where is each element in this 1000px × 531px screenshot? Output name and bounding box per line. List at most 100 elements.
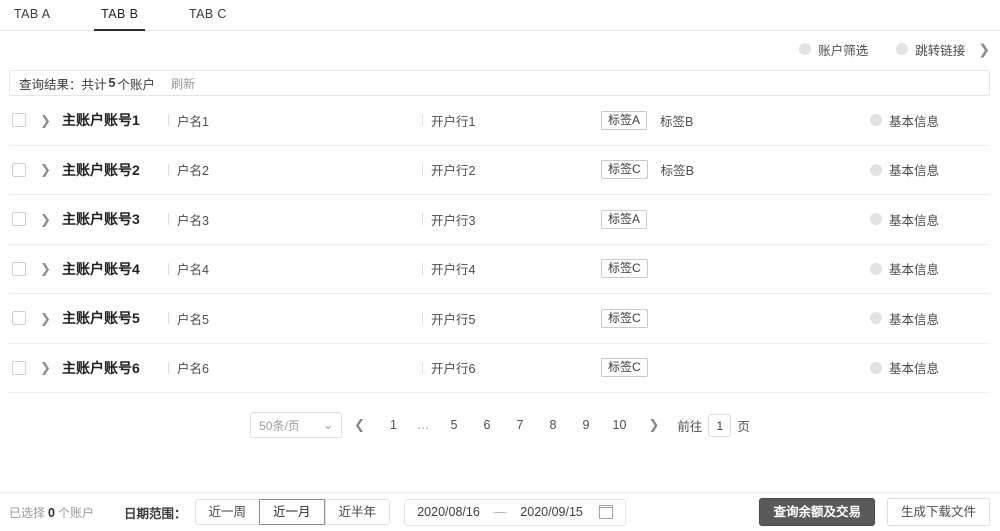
basic-info-label: 基本信息 [889, 114, 940, 129]
basic-info-action[interactable]: 基本信息 [870, 210, 990, 229]
query-result-count: 5 [108, 76, 116, 90]
basic-info-action[interactable]: 基本信息 [870, 111, 990, 130]
pagination: 50条/页 ⌄ ❮ 1 … 5 6 7 8 9 10 ❯ 前往 1 页 [0, 393, 1000, 457]
tab-a[interactable]: TAB A [14, 0, 51, 21]
jump-link-label: 跳转链接 [915, 43, 966, 58]
account-bank: 开户行6 [422, 358, 591, 377]
basic-info-action[interactable]: 基本信息 [870, 160, 990, 179]
account-number: 主账户账号4 [62, 260, 140, 277]
circle-icon [870, 213, 882, 226]
tag-badge[interactable]: 标签A [601, 110, 648, 130]
next-page-button[interactable]: ❯ [648, 417, 659, 433]
segment-last-half-year[interactable]: 近半年 [324, 499, 391, 525]
table-row[interactable]: ❯ 主账户账号1 户名1 开户行1 标签A 标签B 基本信息 [9, 96, 990, 146]
tag-text: 标签B [660, 114, 694, 129]
expand-chevron-icon[interactable]: ❯ [40, 213, 56, 226]
jump-link-toggle[interactable]: 跳转链接 [896, 40, 965, 59]
date-range-segments: 近一周 近一月 近半年 [194, 499, 391, 525]
account-bank: 开户行3 [422, 210, 591, 229]
query-balance-button[interactable]: 查询余额及交易 [759, 498, 875, 526]
tag-badge[interactable]: 标签C [601, 160, 648, 180]
expand-chevron-icon[interactable]: ❯ [40, 163, 56, 176]
circle-icon [870, 361, 882, 374]
page-unit-label: 页 [737, 419, 750, 434]
row-checkbox[interactable] [12, 113, 26, 128]
page-number-1[interactable]: 1 [387, 418, 400, 432]
page-number-5[interactable]: 5 [448, 418, 461, 432]
query-result-bar: 查询结果：共计 5 个账户 刷新 [9, 70, 990, 96]
page-number-10[interactable]: 10 [613, 418, 627, 432]
tag-group: 标签A 标签B [591, 110, 870, 130]
account-name: 户名3 [168, 210, 422, 229]
page-size-select[interactable]: 50条/页 ⌄ [250, 412, 343, 438]
tag-badge[interactable]: 标签C [601, 308, 648, 328]
page-number-7[interactable]: 7 [514, 418, 527, 432]
table-row[interactable]: ❯ 主账户账号5 户名5 开户行5 标签C 基本信息 [9, 294, 990, 344]
account-name: 户名5 [168, 309, 422, 328]
tab-bar: TAB A TAB B TAB C [0, 0, 1000, 31]
top-toolbar: 账户筛选 跳转链接 ❯ [0, 31, 1000, 67]
tag-badge[interactable]: 标签C [601, 259, 648, 279]
basic-info-action[interactable]: 基本信息 [870, 309, 990, 328]
page-number-9[interactable]: 9 [580, 418, 593, 432]
date-separator: — [493, 505, 507, 519]
row-checkbox[interactable] [12, 261, 26, 276]
basic-info-label: 基本信息 [889, 213, 940, 228]
date-range-picker[interactable]: 2020/08/16 — 2020/09/15 [404, 498, 627, 526]
date-end-value[interactable]: 2020/09/15 [520, 505, 583, 519]
account-number: 主账户账号1 [62, 112, 140, 129]
tab-c[interactable]: TAB C [189, 0, 227, 21]
account-number: 主账户账号6 [62, 359, 140, 376]
row-checkbox[interactable] [12, 162, 26, 177]
date-start-value[interactable]: 2020/08/16 [417, 505, 480, 519]
table-row[interactable]: ❯ 主账户账号2 户名2 开户行2 标签C 标签B 基本信息 [9, 146, 990, 195]
account-number: 主账户账号3 [62, 211, 140, 228]
footer-bar: 已选择 0 个账户 日期范围： 近一周 近一月 近半年 2020/08/16 — 2… [0, 492, 1000, 531]
basic-info-action[interactable]: 基本信息 [870, 259, 990, 278]
circle-icon [870, 163, 882, 176]
circle-icon [896, 43, 909, 55]
account-bank: 开户行1 [422, 111, 591, 130]
row-checkbox[interactable] [12, 212, 26, 227]
goto-page-input[interactable]: 1 [708, 413, 732, 437]
account-bank: 开户行4 [422, 259, 591, 278]
table-row[interactable]: ❯ 主账户账号4 户名4 开户行4 标签C 基本信息 [9, 245, 990, 294]
refresh-link[interactable]: 刷新 [171, 75, 195, 92]
query-result-suffix: 个账户 [117, 77, 155, 92]
generate-download-button[interactable]: 生成下载文件 [886, 498, 990, 526]
basic-info-label: 基本信息 [889, 362, 940, 377]
chevron-right-icon[interactable]: ❯ [978, 42, 990, 56]
tag-badge[interactable]: 标签A [601, 209, 648, 229]
tag-group: 标签C 标签B [591, 160, 870, 180]
page-number-6[interactable]: 6 [481, 418, 494, 432]
basic-info-label: 基本信息 [889, 263, 940, 278]
table-row[interactable]: ❯ 主账户账号6 户名6 开户行6 标签C 基本信息 [9, 344, 990, 393]
page-size-value: 50条/页 [259, 418, 300, 433]
tag-group: 标签A [591, 209, 870, 229]
page-ellipsis[interactable]: … [417, 418, 431, 432]
segment-last-week[interactable]: 近一周 [194, 499, 260, 525]
segment-last-month[interactable]: 近一月 [259, 499, 325, 525]
account-filter-toggle[interactable]: 账户筛选 [799, 40, 868, 59]
table-row[interactable]: ❯ 主账户账号3 户名3 开户行3 标签A 基本信息 [9, 195, 990, 245]
row-checkbox[interactable] [12, 311, 26, 326]
row-checkbox[interactable] [12, 360, 26, 375]
expand-chevron-icon[interactable]: ❯ [40, 114, 56, 127]
tag-badge[interactable]: 标签C [601, 358, 648, 378]
account-number: 主账户账号2 [62, 161, 140, 178]
account-name: 户名2 [168, 160, 422, 179]
date-range-label: 日期范围： [123, 506, 187, 521]
expand-chevron-icon[interactable]: ❯ [40, 262, 56, 275]
selected-suffix: 个账户 [57, 505, 94, 520]
chevron-down-icon: ⌄ [323, 418, 334, 432]
page-number-8[interactable]: 8 [547, 418, 560, 432]
basic-info-label: 基本信息 [889, 164, 940, 179]
calendar-icon[interactable] [598, 505, 613, 519]
prev-page-button[interactable]: ❮ [354, 417, 365, 433]
selected-summary: 已选择 0 个账户 [9, 504, 94, 521]
tab-b[interactable]: TAB B [94, 0, 146, 31]
circle-icon [870, 114, 882, 127]
basic-info-action[interactable]: 基本信息 [870, 358, 990, 377]
expand-chevron-icon[interactable]: ❯ [40, 312, 56, 325]
expand-chevron-icon[interactable]: ❯ [40, 361, 56, 374]
